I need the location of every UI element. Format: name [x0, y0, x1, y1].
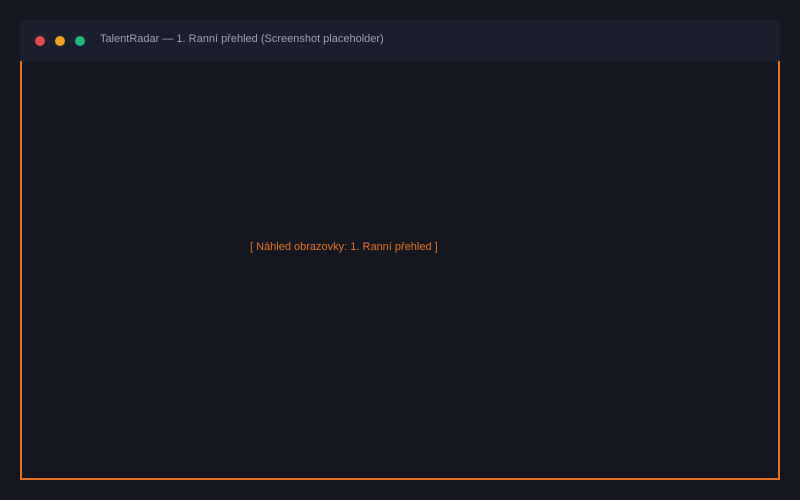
- minimize-window-icon[interactable]: [55, 36, 65, 46]
- window-title: TalentRadar — 1. Ranní přehled (Screensh…: [100, 33, 384, 45]
- window-titlebar[interactable]: TalentRadar — 1. Ranní přehled (Screensh…: [20, 20, 780, 61]
- close-window-icon[interactable]: [35, 36, 45, 46]
- placeholder-label: [ Náhled obrazovky: 1. Ranní přehled ]: [250, 241, 438, 253]
- maximize-window-icon[interactable]: [75, 36, 85, 46]
- page: TalentRadar — 1. Ranní přehled (Screensh…: [0, 0, 800, 500]
- app-window: TalentRadar — 1. Ranní přehled (Screensh…: [20, 20, 780, 480]
- screenshot-placeholder-frame: [ Náhled obrazovky: 1. Ranní přehled ]: [20, 61, 780, 480]
